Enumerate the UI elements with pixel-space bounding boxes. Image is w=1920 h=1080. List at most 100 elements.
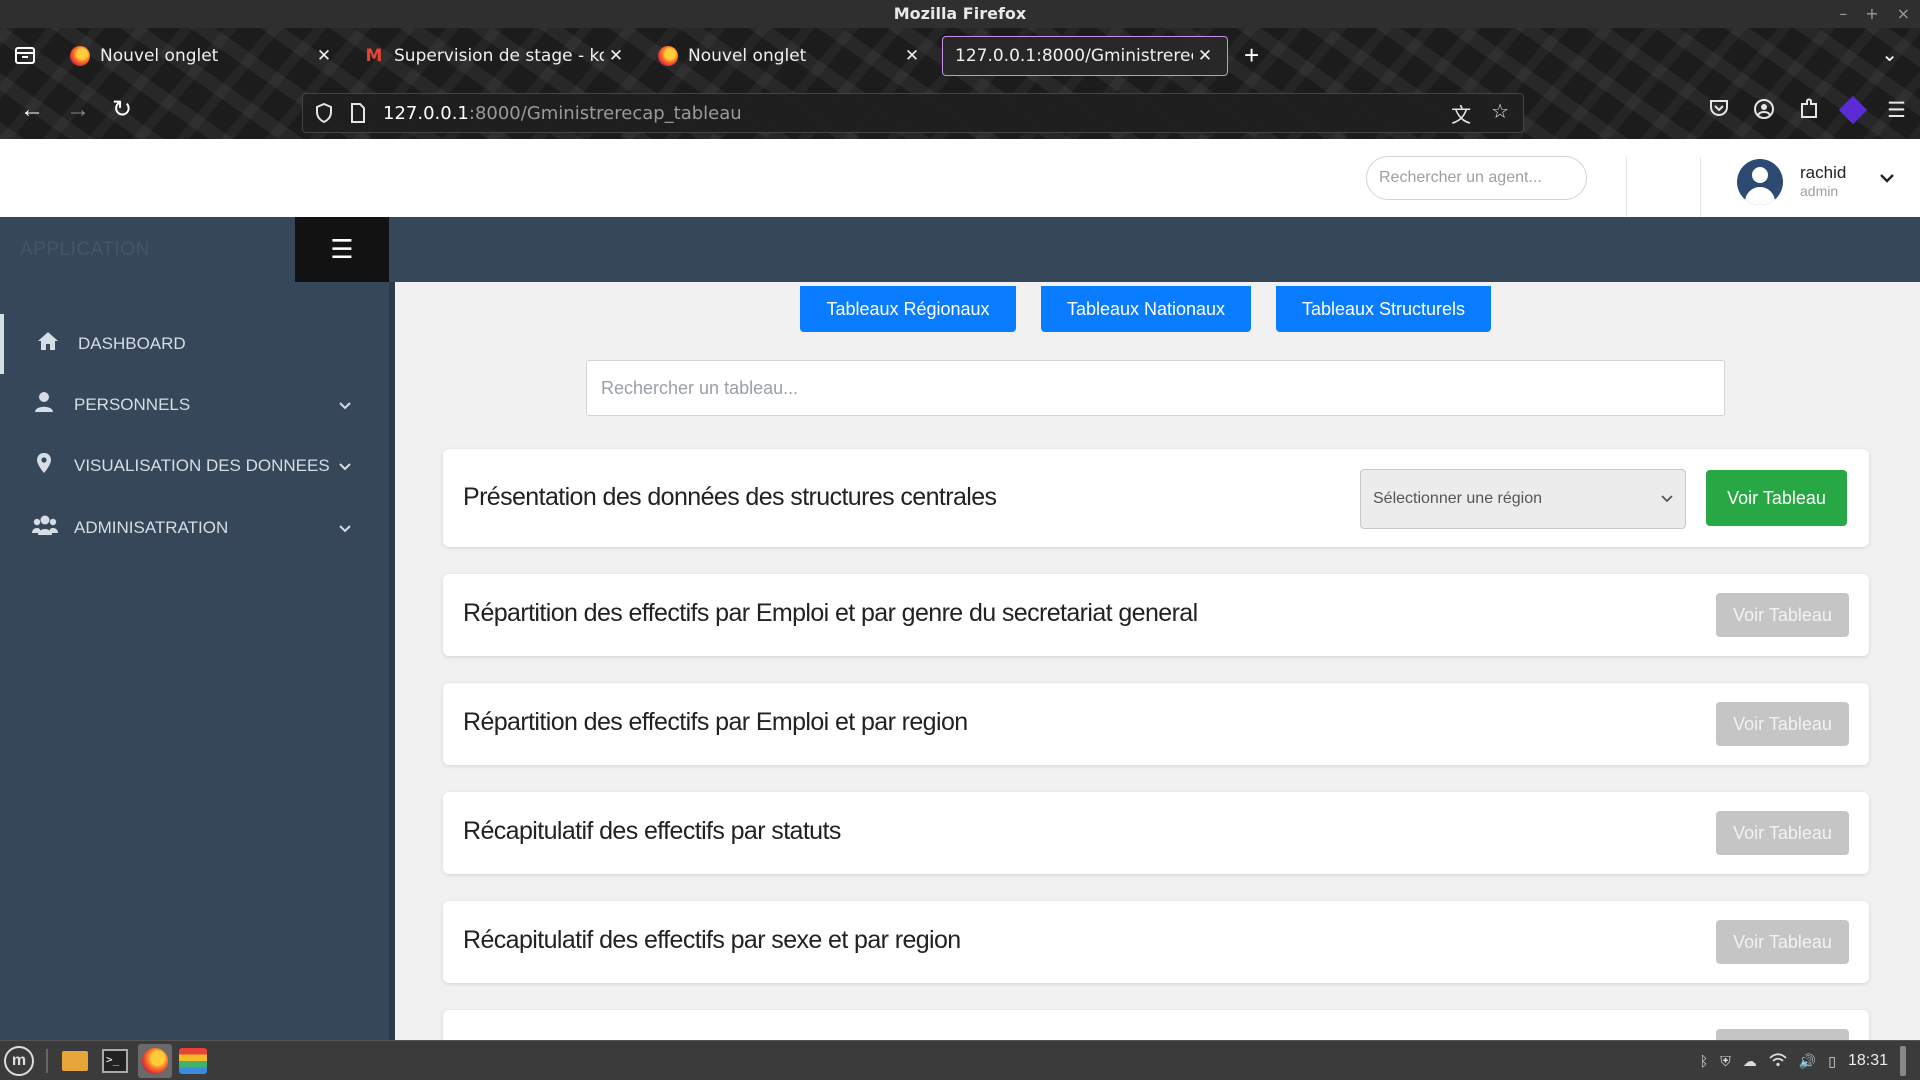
chevron-down-icon[interactable] <box>1880 167 1894 188</box>
users-icon <box>32 514 58 542</box>
toolbar-right: ☰ <box>1709 95 1906 126</box>
agent-search-input[interactable] <box>1366 156 1587 200</box>
user-name[interactable]: rachid <box>1800 163 1846 183</box>
home-icon <box>36 331 60 357</box>
reload-icon[interactable]: ↻ <box>112 96 132 124</box>
url-actions: 文 ☆ <box>1451 99 1509 128</box>
terminal-icon[interactable]: >_ <box>100 1046 130 1076</box>
volume-icon[interactable]: 🔊 <box>1799 1053 1816 1070</box>
battery-icon[interactable]: ▯ <box>1828 1053 1836 1070</box>
os-taskbar: m >_ ᛒ ⛨ ☁ 🔊 ▯ 18:31 <box>0 1040 1920 1080</box>
extensions-icon[interactable] <box>1799 98 1819 126</box>
app-header: rachid admin <box>0 139 1920 217</box>
close-icon[interactable]: ✕ <box>312 46 336 66</box>
table-card: Répartition des effectifs par Emploi et … <box>443 574 1869 656</box>
chevron-down-icon <box>1661 490 1673 508</box>
region-select-value: Sélectionner une région <box>1373 490 1543 507</box>
close-icon[interactable]: ✕ <box>604 46 628 66</box>
url-host: 127.0.0.1 <box>383 102 469 124</box>
maximize-button[interactable]: + <box>1865 0 1878 28</box>
voir-tableau-button[interactable]: Voir Tableau <box>1706 470 1847 526</box>
voir-tableau-button[interactable]: Voir Tableau <box>1716 811 1849 855</box>
tab-tableaux-regionaux[interactable]: Tableaux Régionaux <box>800 286 1016 332</box>
url-text[interactable]: 127.0.0.1:8000/Gministrerecap_tableau <box>383 103 1451 124</box>
clock[interactable]: 18:31 <box>1848 1052 1888 1070</box>
mint-menu-icon[interactable]: m <box>4 1046 34 1076</box>
close-window-button[interactable]: × <box>1897 0 1910 28</box>
voir-tableau-button-partial[interactable] <box>1716 1029 1849 1040</box>
wifi-icon[interactable] <box>1769 1052 1787 1070</box>
sidebar-item-dashboard[interactable]: DASHBOARD <box>0 314 389 374</box>
avatar[interactable] <box>1737 159 1783 205</box>
shield-icon[interactable] <box>313 102 335 124</box>
sidebar-item-label: VISUALISATION DES DONNEES <box>74 456 330 475</box>
sidebar-item-visualisation[interactable]: VISUALISATION DES DONNEES <box>0 436 389 496</box>
table-card: Récapitulatif des effectifs par sexe et … <box>443 901 1869 983</box>
close-icon[interactable]: ✕ <box>1193 46 1217 66</box>
tab-manager-icon[interactable] <box>14 44 38 68</box>
card-title: Récapitulatif des effectifs par sexe et … <box>463 926 961 954</box>
gmail-icon: M <box>365 46 383 66</box>
voir-tableau-button[interactable]: Voir Tableau <box>1716 920 1849 964</box>
bookmark-star-icon[interactable]: ☆ <box>1491 99 1509 128</box>
cloud-icon[interactable]: ☁ <box>1743 1053 1757 1070</box>
hamburger-menu-button[interactable]: ☰ <box>295 217 389 282</box>
tab-tableaux-structurels[interactable]: Tableaux Structurels <box>1276 286 1491 332</box>
table-card: Présentation des données des structures … <box>443 449 1869 547</box>
list-tabs-icon[interactable]: ⌄ <box>1881 42 1898 67</box>
table-card: Répartition des effectifs par Emploi et … <box>443 683 1869 765</box>
tab-title: Nouvel onglet <box>688 46 807 66</box>
sidebar-item-administration[interactable]: ADMINISATRATION <box>0 498 389 558</box>
voir-tableau-button[interactable]: Voir Tableau <box>1716 593 1849 637</box>
region-select[interactable]: Sélectionner une région <box>1360 469 1686 529</box>
window-controls: – + × <box>1839 0 1910 28</box>
sidebar-item-label: ADMINISATRATION <box>74 518 229 537</box>
sidebar-item-label: DASHBOARD <box>78 334 186 353</box>
account-icon[interactable] <box>1753 98 1775 126</box>
tab-title: Nouvel onglet <box>100 46 219 66</box>
browser-chrome: Nouvel onglet ✕ M Supervision de stage -… <box>0 28 1920 139</box>
firefox-icon <box>70 46 90 66</box>
tab-1[interactable]: Nouvel onglet ✕ <box>58 36 346 76</box>
minimize-button[interactable]: – <box>1839 0 1847 28</box>
user-icon <box>32 391 56 419</box>
tab-tableaux-nationaux[interactable]: Tableaux Nationaux <box>1041 286 1251 332</box>
back-icon[interactable]: ← <box>20 96 44 124</box>
table-card <box>443 1010 1869 1040</box>
header-divider <box>1700 157 1701 217</box>
close-icon[interactable]: ✕ <box>900 46 924 66</box>
card-title: Répartition des effectifs par Emploi et … <box>463 708 968 736</box>
card-title: Récapitulatif des effectifs par statuts <box>463 817 841 845</box>
bluetooth-icon[interactable]: ᛒ <box>1700 1053 1708 1069</box>
page-info-icon[interactable] <box>349 102 367 124</box>
extension-icon[interactable] <box>1839 95 1868 125</box>
update-shield-icon[interactable]: ⛨ <box>1720 1053 1731 1070</box>
window-titlebar: Mozilla Firefox – + × <box>0 0 1920 28</box>
tab-title: 127.0.0.1:8000/Gministrerecap_t <box>955 46 1193 66</box>
firefox-taskbar-icon[interactable] <box>138 1044 172 1078</box>
sidebar-item-label: PERSONNELS <box>74 395 191 414</box>
pocket-icon[interactable] <box>1709 98 1729 126</box>
voir-tableau-button[interactable]: Voir Tableau <box>1716 702 1849 746</box>
chevron-down-icon <box>339 459 351 474</box>
tab-4-active[interactable]: 127.0.0.1:8000/Gministrerecap_t ✕ <box>942 36 1228 76</box>
table-search-input[interactable] <box>586 360 1725 416</box>
new-tab-button[interactable]: + <box>1244 40 1259 71</box>
menu-icon[interactable]: ☰ <box>1887 98 1906 126</box>
header-divider <box>1626 157 1627 217</box>
sidebar-item-personnels[interactable]: PERSONNELS <box>0 375 389 435</box>
map-marker-icon <box>32 452 56 480</box>
app-layers-icon[interactable] <box>178 1046 208 1076</box>
tab-2[interactable]: M Supervision de stage - konat ✕ <box>352 36 638 76</box>
nav-bar: ← → ↻ 127.0.0.1:8000/Gministrerecap_tabl… <box>0 84 1920 139</box>
forward-icon[interactable]: → <box>66 96 90 124</box>
card-title: Présentation des données des structures … <box>463 483 997 511</box>
translate-icon[interactable]: 文 <box>1451 99 1471 128</box>
url-bar[interactable]: 127.0.0.1:8000/Gministrerecap_tableau 文 … <box>302 93 1524 133</box>
firefox-icon <box>658 46 678 66</box>
tab-3[interactable]: Nouvel onglet ✕ <box>646 36 934 76</box>
file-manager-icon[interactable] <box>60 1046 90 1076</box>
url-path: :8000/Gministrerecap_tableau <box>468 102 742 124</box>
window-title: Mozilla Firefox <box>893 4 1027 23</box>
user-role: admin <box>1800 183 1839 199</box>
